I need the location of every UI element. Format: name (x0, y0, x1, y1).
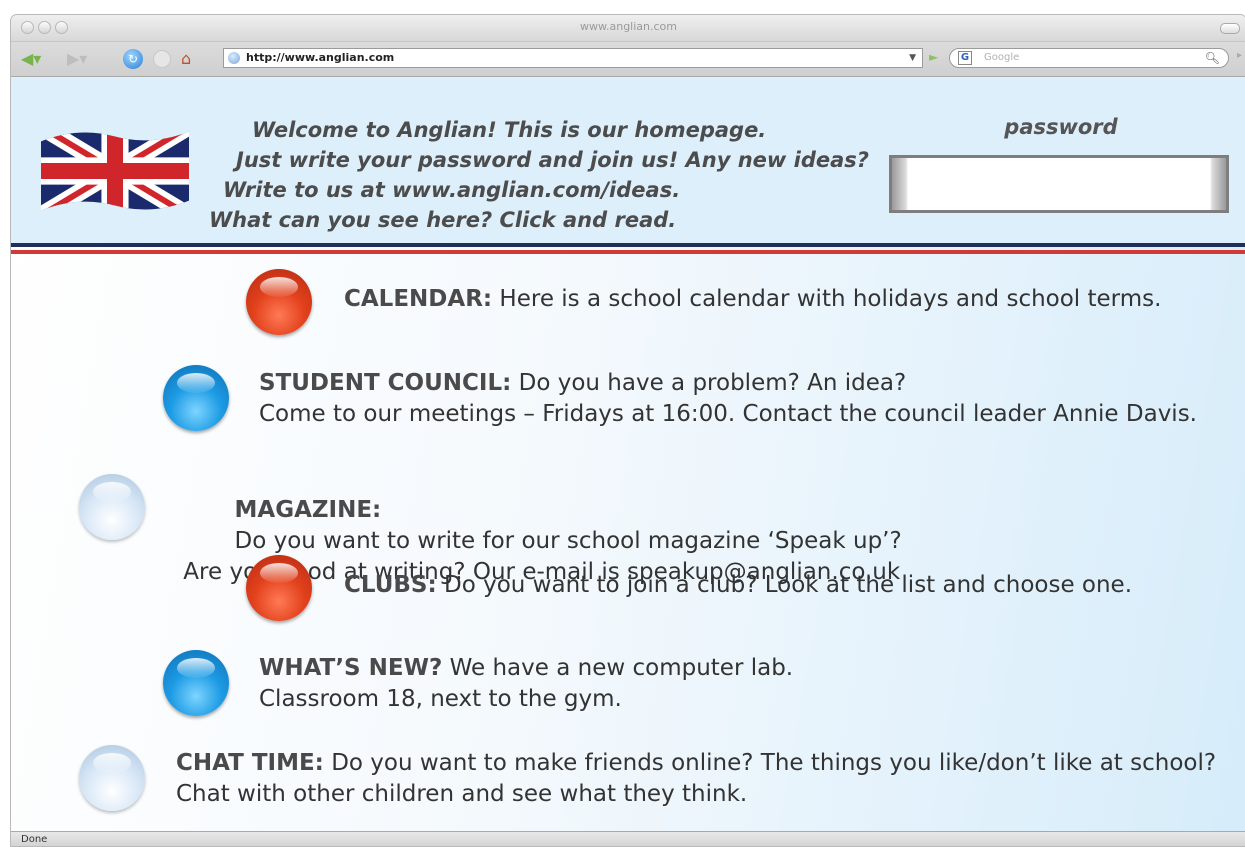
item-description: Do you want to join a club? Look at the … (444, 572, 1133, 598)
item-description-line2: Come to our meetings – Fridays at 16:00.… (259, 401, 1197, 427)
browser-toolbar: ◀▾ ▶▾ ↻ ⌂ http://www.anglian.com ▼ ► G G… (11, 42, 1245, 77)
welcome-line: Welcome to Anglian! This is our homepage… (252, 118, 767, 142)
header-divider-blue (11, 243, 1245, 247)
item-description: Do you want to make friends online? The … (331, 750, 1217, 776)
item-description-line2: Chat with other children and see what th… (176, 781, 748, 807)
url-text[interactable]: http://www.anglian.com (246, 49, 394, 67)
item-title[interactable]: MAGAZINE: (235, 497, 382, 523)
history-dropdown-icon[interactable]: ▼ (909, 49, 916, 67)
item-title[interactable]: CALENDAR: (344, 286, 492, 312)
reload-icon[interactable]: ↻ (123, 49, 143, 69)
browser-window: www.anglian.com ◀▾ ▶▾ ↻ ⌂ http://www.ang… (10, 14, 1245, 847)
home-icon[interactable]: ⌂ (181, 50, 191, 68)
item-title[interactable]: CLUBS: (344, 572, 437, 598)
item-description: Do you have a problem? An idea? (518, 370, 907, 396)
search-engine-icon[interactable]: G (958, 51, 972, 65)
site-header: Welcome to Anglian! This is our homepage… (11, 77, 1245, 243)
search-icon[interactable]: 🔍︎ (1205, 49, 1220, 67)
red-bullet-icon[interactable] (246, 555, 312, 621)
title-bar: www.anglian.com (11, 15, 1245, 42)
address-bar[interactable]: http://www.anglian.com ▼ (223, 48, 923, 68)
search-bar[interactable]: G Google 🔍︎ (949, 48, 1229, 68)
toolbar-toggle-button[interactable] (1220, 23, 1240, 34)
site-globe-icon (228, 52, 240, 64)
item-description: Do you want to write for our school maga… (234, 528, 902, 554)
stop-icon[interactable] (153, 50, 171, 68)
header-divider-red (11, 250, 1245, 254)
password-label: password (1004, 115, 1118, 139)
blue-bullet-icon[interactable] (163, 365, 229, 431)
forward-arrow-icon[interactable]: ▶▾ (67, 50, 87, 68)
search-input[interactable]: Google (984, 49, 1019, 67)
item-title[interactable]: CHAT TIME: (176, 750, 324, 776)
pale-bullet-icon[interactable] (79, 745, 145, 811)
item-description-line2: Classroom 18, next to the gym. (259, 686, 622, 712)
password-input[interactable] (889, 155, 1229, 213)
pale-bullet-icon[interactable] (79, 474, 145, 540)
blue-bullet-icon[interactable] (163, 650, 229, 716)
welcome-message: Welcome to Anglian! This is our homepage… (11, 115, 869, 235)
item-title[interactable]: STUDENT COUNCIL: (259, 370, 511, 396)
item-description: Here is a school calendar with holidays … (499, 286, 1162, 312)
toolbar-overflow-icon[interactable]: ▸ (1237, 50, 1242, 61)
welcome-line: Just write your password and join us! An… (236, 148, 869, 172)
welcome-line: Write to us at www.anglian.com/ideas. (223, 178, 681, 202)
back-arrow-icon[interactable]: ◀▾ (21, 50, 41, 68)
item-title[interactable]: WHAT’S NEW? (259, 655, 442, 681)
welcome-line: What can you see here? Click and read. (209, 208, 677, 232)
page-viewport: Welcome to Anglian! This is our homepage… (11, 77, 1245, 831)
red-bullet-icon[interactable] (246, 269, 312, 335)
item-description: We have a new computer lab. (449, 655, 794, 681)
window-title: www.anglian.com (580, 20, 677, 33)
go-arrow-icon[interactable]: ► (929, 50, 938, 64)
